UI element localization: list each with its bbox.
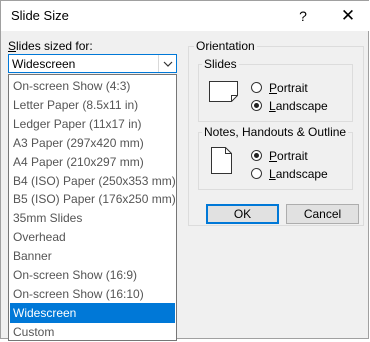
slide-size-option[interactable]: Overhead bbox=[10, 227, 175, 247]
slide-size-option[interactable]: On-screen Show (4:3) bbox=[10, 76, 175, 96]
slide-size-option[interactable]: Widescreen bbox=[10, 302, 175, 323]
ok-button[interactable]: OK bbox=[206, 204, 279, 224]
slide-size-option[interactable]: Ledger Paper (11x17 in) bbox=[10, 114, 175, 134]
slide-size-option[interactable]: Letter Paper (8.5x11 in) bbox=[10, 95, 175, 115]
slides-landscape-radio[interactable]: Landscape bbox=[251, 98, 351, 114]
radio-label: Landscape bbox=[269, 99, 328, 113]
slides-sized-for-label-text: lides sized for: bbox=[16, 39, 93, 53]
slides-sized-for-label-accesskey: S bbox=[8, 39, 17, 53]
slide-size-options-list[interactable]: On-screen Show (4:3) Letter Paper (8.5x11… bbox=[8, 74, 177, 341]
chevron-down-icon bbox=[163, 61, 173, 67]
radio-selected-dot bbox=[254, 103, 259, 108]
radio-circle bbox=[251, 100, 262, 111]
radio-circle bbox=[251, 168, 262, 179]
slides-group-label: Slides bbox=[202, 57, 239, 71]
portrait-page-icon bbox=[211, 147, 232, 174]
slides-sized-for-combobox[interactable]: Widescreen bbox=[8, 54, 177, 73]
radio-label: Portrait bbox=[269, 149, 308, 163]
title-bar: Slide Size ? ✕ bbox=[1, 1, 369, 31]
slide-size-option[interactable]: 35mm Slides bbox=[10, 208, 175, 228]
radio-circle bbox=[251, 82, 262, 93]
notes-group-label: Notes, Handouts & Outline bbox=[202, 125, 349, 139]
radio-circle bbox=[251, 150, 262, 161]
radio-selected-dot bbox=[254, 153, 259, 158]
orientation-label: Orientation bbox=[194, 39, 257, 53]
slide-size-option[interactable]: Banner bbox=[10, 246, 175, 266]
radio-label: Landscape bbox=[269, 167, 328, 181]
slide-size-option[interactable]: On-screen Show (16:9) bbox=[10, 265, 175, 285]
slide-size-option[interactable]: Custom bbox=[10, 322, 175, 342]
slides-sized-for-label: Slides sized for: bbox=[8, 39, 93, 53]
slide-size-dialog: Slide Size ? ✕ Slides sized for: Widescr… bbox=[0, 0, 369, 341]
combobox-dropdown-button[interactable] bbox=[158, 55, 176, 72]
slide-size-option[interactable]: A4 Paper (210x297 mm) bbox=[10, 152, 175, 172]
cancel-button[interactable]: Cancel bbox=[286, 204, 359, 224]
notes-portrait-radio[interactable]: Portrait bbox=[251, 148, 351, 164]
notes-landscape-radio[interactable]: Landscape bbox=[251, 166, 351, 182]
slide-size-option[interactable]: B4 (ISO) Paper (250x353 mm) bbox=[10, 171, 176, 191]
dialog-title: Slide Size bbox=[11, 8, 69, 23]
slide-size-option[interactable]: On-screen Show (16:10) bbox=[10, 284, 175, 304]
help-button[interactable]: ? bbox=[291, 4, 315, 28]
radio-label: Portrait bbox=[269, 81, 308, 95]
close-button[interactable]: ✕ bbox=[336, 4, 360, 28]
landscape-page-icon bbox=[209, 81, 238, 102]
slide-size-option[interactable]: A3 Paper (297x420 mm) bbox=[10, 133, 175, 153]
slides-portrait-radio[interactable]: Portrait bbox=[251, 80, 351, 96]
slide-size-option[interactable]: B5 (ISO) Paper (176x250 mm) bbox=[10, 189, 176, 209]
combobox-value: Widescreen bbox=[12, 57, 76, 71]
